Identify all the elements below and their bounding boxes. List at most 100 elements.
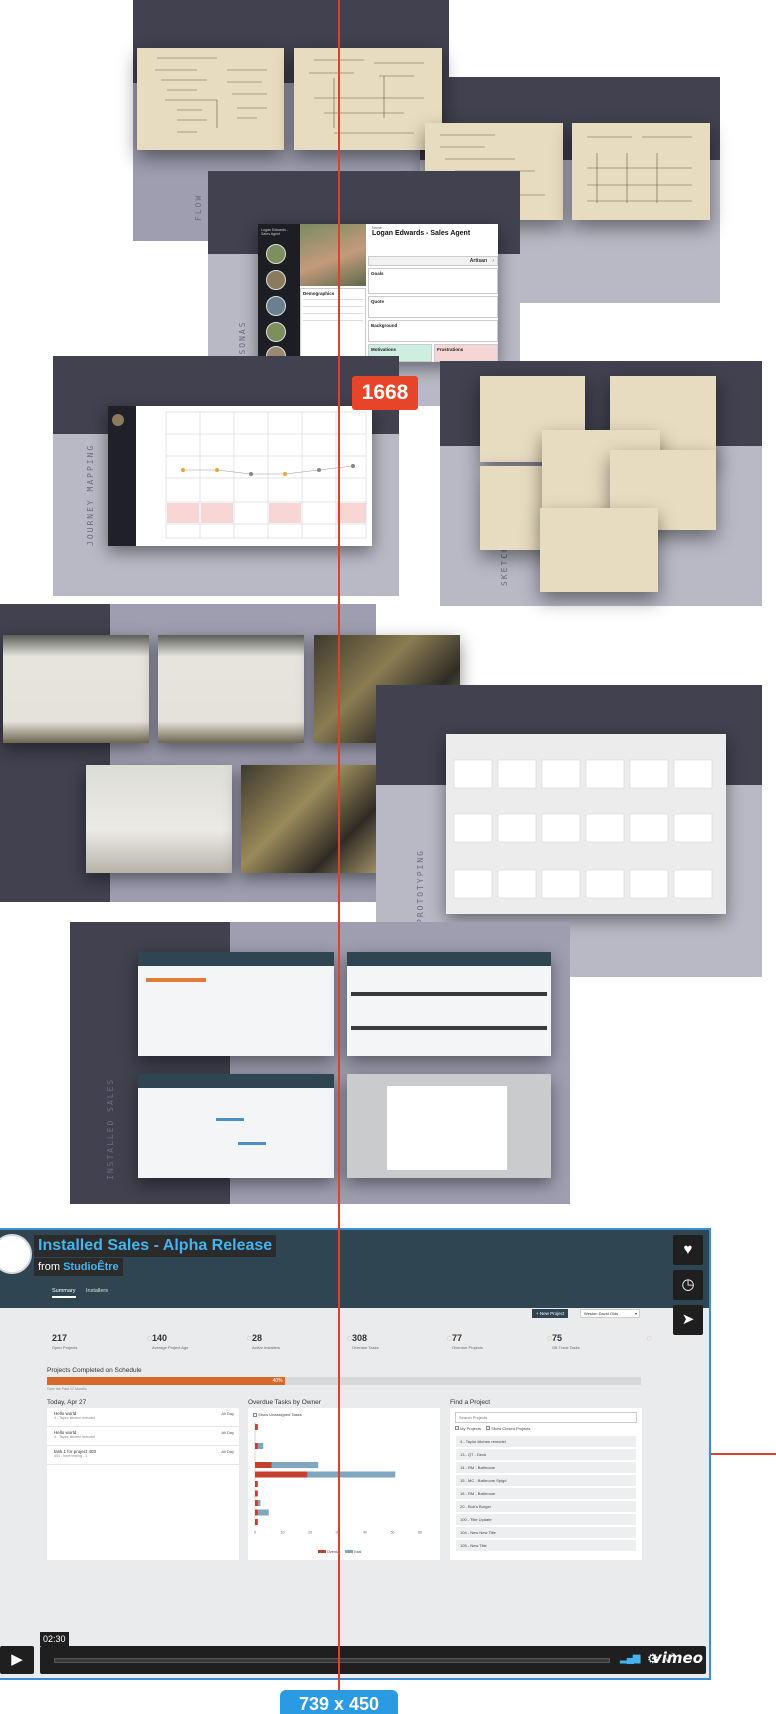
kpi-label: Active Installers: [252, 1345, 281, 1350]
goals-title: Goals: [371, 271, 384, 276]
list-item[interactable]: 13 - QT - Deck: [456, 1448, 636, 1460]
kpi-label: Overdue Tasks: [352, 1345, 379, 1350]
installed-screen-calendar: [138, 1074, 334, 1178]
completed-progress-bar: 40%: [47, 1377, 641, 1385]
video-title[interactable]: Installed Sales - Alpha Release: [34, 1235, 277, 1257]
persona-list: Logan Edwards - Sales Agent: [258, 224, 300, 362]
kpi-label: Off-Track Tasks: [552, 1345, 580, 1350]
prototype-screen: [446, 734, 726, 914]
agenda-sub: 4 - Taylor kitchen remodel: [54, 1416, 96, 1420]
time-display: 02:30: [40, 1632, 69, 1646]
my-projects-checkbox[interactable]: My Projects: [455, 1426, 481, 1431]
installed-screen-dashboard: [138, 952, 334, 1056]
chart-bar-overdue: [255, 1443, 258, 1449]
kpi-card[interactable]: 140 Average Project Age ◌: [152, 1333, 252, 1361]
installed-screen-tasks: [347, 952, 551, 1056]
play-icon[interactable]: ▶: [0, 1646, 34, 1674]
list-item[interactable]: Hello world 4 - Taylor kitchen remodel All…: [47, 1427, 239, 1446]
agenda-sub: 4 - Taylor kitchen remodel: [54, 1435, 96, 1439]
from-prefix: from: [38, 1261, 60, 1273]
progress-track[interactable]: [54, 1658, 610, 1663]
journey-map-screen: [108, 406, 372, 546]
from-name: StudioÊtre: [63, 1261, 119, 1273]
persona-type-value: Artisan: [469, 258, 487, 264]
kpi-value: 308: [352, 1333, 368, 1343]
clock-icon[interactable]: ◷: [673, 1270, 703, 1300]
kpi-card[interactable]: 28 Active Installers ◌: [252, 1333, 352, 1361]
tab-installers[interactable]: Installers: [86, 1288, 108, 1294]
list-item[interactable]: 100 - Title Update: [456, 1513, 636, 1525]
vimeo-logo[interactable]: vimeo: [652, 1649, 703, 1667]
heart-icon[interactable]: ♥: [673, 1235, 703, 1265]
closed-projects-label: Show Closed Projects: [491, 1426, 531, 1431]
list-item[interactable]: task 1 for project 403 403 - bore testing…: [47, 1446, 239, 1465]
installed-sales-label: INSTALLED SALES: [106, 1077, 115, 1180]
user-select-value: Weston David Olds: [584, 1311, 619, 1316]
demographics-box: Demographics: [300, 288, 366, 362]
paper-plane-icon[interactable]: ➤: [673, 1305, 703, 1335]
list-item[interactable]: 4 - Taylor kitchen remodel: [456, 1435, 636, 1447]
kpi-card[interactable]: 308 Overdue Tasks ◌: [352, 1333, 452, 1361]
user-select[interactable]: Weston David Olds ▾: [580, 1309, 640, 1318]
background-box: Background: [368, 320, 498, 342]
search-input[interactable]: [455, 1412, 637, 1423]
tab-summary[interactable]: Summary: [52, 1288, 76, 1298]
list-item[interactable]: 105 - New Title: [456, 1539, 636, 1551]
volume-icon[interactable]: ▂▄▆: [620, 1653, 640, 1664]
closed-projects-checkbox[interactable]: Show Closed Projects: [486, 1426, 530, 1431]
kpi-value: 217: [52, 1333, 68, 1343]
legend-total: Total: [353, 1550, 362, 1554]
chart-bar-overdue: [255, 1471, 308, 1478]
chart-tick-label: 50: [391, 1531, 395, 1535]
whiteboard-photo-1: [3, 635, 149, 743]
video-from[interactable]: from StudioÊtre: [34, 1258, 123, 1276]
find-panel: My Projects Show Closed Projects 4 - Tay…: [450, 1408, 642, 1560]
list-item[interactable]: 15 - MC - Bathroom Splgd: [456, 1474, 636, 1486]
flow-sticky-note-2: [294, 48, 442, 150]
list-item[interactable]: Hello world 4 - Taylor kitchen remodel All…: [47, 1408, 239, 1427]
chart-bar-overdue: [255, 1519, 258, 1525]
persona-type-row[interactable]: Artisan ›: [368, 256, 498, 266]
frustrations-title: Frustrations: [437, 347, 464, 352]
chart-bar-overdue: [255, 1490, 258, 1497]
quote-title: Quote: [371, 299, 384, 304]
chart-tick-label: 60: [418, 1531, 422, 1535]
kpi-value: 75: [552, 1333, 563, 1343]
prototyping-label: PROTOTYPING: [416, 849, 425, 924]
avatar[interactable]: [266, 244, 286, 264]
list-item[interactable]: 104 - New New Title: [456, 1526, 636, 1538]
list-item[interactable]: 14 - RM - Bathroom: [456, 1461, 636, 1473]
agenda-when: All Day: [221, 1449, 234, 1454]
list-item[interactable]: 18 - RM - Bathroom: [456, 1487, 636, 1499]
kpi-card[interactable]: 75 Off-Track Tasks ◌: [552, 1333, 652, 1361]
my-projects-label: My Projects: [460, 1426, 482, 1431]
flow-sticky-note-4: [572, 123, 710, 220]
background-title: Background: [371, 323, 398, 328]
installed-screen-form: [347, 1074, 551, 1178]
avatar[interactable]: [266, 296, 286, 316]
find-title: Find a Project: [450, 1399, 491, 1406]
flow-sticky-note-1: [137, 48, 284, 150]
today-title: Today, Apr 27: [47, 1399, 87, 1406]
kpi-card[interactable]: 217 Open Projects ◌: [52, 1333, 152, 1361]
overdue-title: Overdue Tasks by Owner: [248, 1399, 321, 1406]
kpi-value: 28: [252, 1333, 263, 1343]
new-project-button[interactable]: + New Project: [532, 1309, 569, 1318]
completed-percent: 40%: [272, 1378, 283, 1384]
motivations-title: Motivations: [371, 347, 397, 352]
overdue-chart: 0102030405060: [254, 1422, 422, 1535]
avatar[interactable]: [266, 270, 286, 290]
kpi-value: 140: [152, 1333, 168, 1343]
kpi-label: Average Project Age: [152, 1345, 189, 1350]
kpi-card[interactable]: 77 Overdue Projects ◌: [452, 1333, 552, 1361]
whiteboard-photo-4: [86, 765, 232, 873]
chart-bar-overdue: [255, 1509, 258, 1516]
completed-progress-fill: [47, 1377, 285, 1385]
video-player[interactable]: Summary Installers Installed Sales - Alp…: [0, 1228, 711, 1680]
warning-icon: ◌: [646, 1333, 652, 1343]
progress-bar[interactable]: ▂▄▆ ⚙ ⤢: [40, 1646, 706, 1674]
list-item[interactable]: 20 - Bob's Burger: [456, 1500, 636, 1512]
demographics-title: Demographics: [303, 291, 335, 296]
chart-tick-label: 40: [363, 1531, 367, 1535]
avatar[interactable]: [266, 322, 286, 342]
